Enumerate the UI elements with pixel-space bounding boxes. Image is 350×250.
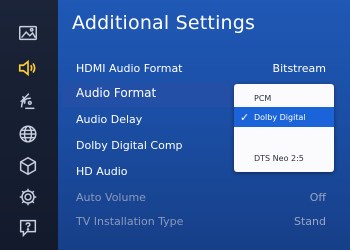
dropdown-option-pcm[interactable]: PCM [234,88,334,108]
setting-label: HD Audio [76,165,128,178]
sidebar [0,0,58,250]
checkmark-icon: ✓ [240,111,250,124]
setting-value: Stand [294,215,326,228]
dropdown-option-blank[interactable] [234,129,334,149]
dropdown-option-dolby-digital[interactable]: ✓ Dolby Digital [234,107,334,127]
picture-icon[interactable] [16,21,40,45]
setting-label: Auto Volume [76,191,146,204]
setting-label: Audio Format [76,86,157,100]
option-label: Dolby Digital [254,113,306,122]
page-title: Additional Settings [72,12,256,34]
network-icon[interactable] [16,122,40,146]
setting-auto-volume: Auto Volume Off [62,187,338,211]
sound-icon[interactable] [16,56,40,80]
dropdown-option-dts-neo[interactable]: DTS Neo 2:5 [234,148,334,168]
broadcasting-icon[interactable] [16,89,40,113]
setting-label: HDMI Audio Format [76,62,183,75]
setting-value: Off [309,191,326,204]
setting-hdmi-audio-format[interactable]: HDMI Audio Format Bitstream [62,58,338,82]
support-icon[interactable] [16,216,40,240]
option-label: DTS Neo 2:5 [254,154,304,163]
option-label: PCM [254,94,272,103]
setting-label: Dolby Digital Comp [76,139,183,152]
setting-tv-installation-type: TV Installation Type Stand [62,211,338,235]
audio-format-dropdown: PCM ✓ Dolby Digital DTS Neo 2:5 [234,84,334,172]
setting-label: TV Installation Type [76,215,184,228]
smart-features-icon[interactable] [16,154,40,178]
setting-label: Audio Delay [76,113,143,126]
general-icon[interactable] [16,185,40,209]
setting-value: Bitstream [272,62,326,75]
